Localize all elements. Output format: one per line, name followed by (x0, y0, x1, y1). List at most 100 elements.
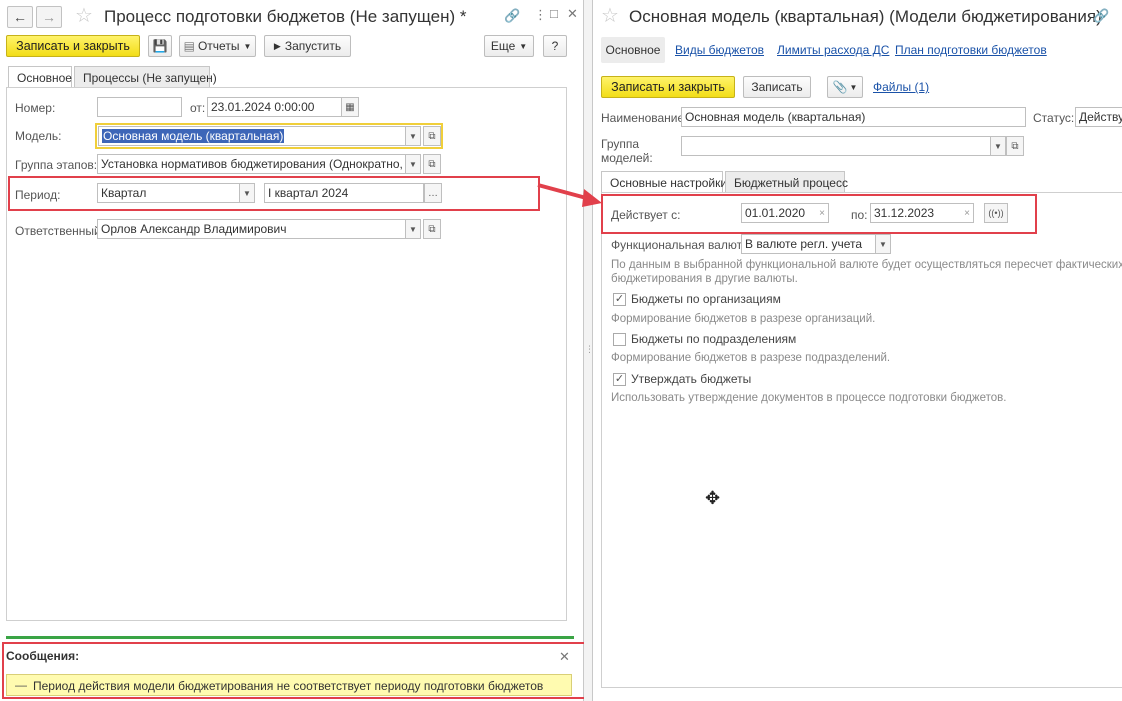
depts-checkbox-label[interactable]: Бюджеты по подразделениям (631, 332, 796, 346)
tab-main[interactable]: Основное (8, 66, 72, 88)
back-button[interactable]: ← (7, 6, 33, 28)
nav-tab-budget-plan[interactable]: План подготовки бюджетов (895, 43, 1047, 57)
messages-header: Сообщения: (6, 649, 80, 663)
stage-group-open-button[interactable]: ⧉ (423, 154, 441, 174)
period-type-dropdown-button[interactable]: ▼ (240, 183, 255, 203)
open-link-icon: ⧉ (428, 130, 436, 142)
approve-checkbox-label[interactable]: Утверждать бюджеты (631, 372, 751, 386)
reports-button[interactable]: ▤ Отчеты ▼ (179, 35, 256, 57)
model-save-button[interactable]: Записать (743, 76, 811, 98)
group-open-button[interactable]: ⧉ (1006, 136, 1024, 156)
orgs-checkbox[interactable]: ✓ (613, 293, 626, 306)
model-value: Основная модель (квартальная) (102, 129, 285, 143)
responsible-dropdown-button[interactable]: ▼ (406, 219, 421, 239)
close-icon[interactable]: ✕ (567, 6, 578, 22)
number-label: Номер: (15, 101, 56, 115)
chevron-down-icon: ▼ (879, 239, 887, 249)
chevron-down-icon: ▼ (243, 41, 252, 51)
tab-budget-process[interactable]: Бюджетный процесс (725, 171, 848, 193)
more-button[interactable]: Еще ▼ (484, 35, 534, 57)
stage-group-dropdown-button[interactable]: ▼ (406, 154, 421, 174)
open-link-icon: ⧉ (428, 223, 436, 235)
depts-checkbox[interactable] (613, 333, 626, 346)
number-input[interactable] (97, 97, 182, 117)
valid-from-value: 01.01.2020 (745, 206, 806, 220)
run-button[interactable]: ▶ Запустить (264, 35, 351, 57)
page-title: Процесс подготовки бюджетов (Не запущен)… (104, 7, 467, 26)
windows-splitter[interactable]: ⋮ (584, 0, 594, 701)
model-open-button[interactable]: ⧉ (423, 126, 441, 146)
period-label: Период: (15, 188, 61, 202)
save-disk-button[interactable]: 💾 (148, 35, 172, 57)
save-and-close-button[interactable]: Записать и закрыть (6, 35, 140, 57)
messages-splitter[interactable] (6, 636, 574, 639)
calendar-button[interactable]: ▦ (341, 97, 359, 117)
link-icon[interactable]: 🔗 (504, 8, 520, 24)
model-label: Модель: (15, 129, 62, 143)
message-item[interactable]: — Период действия модели бюджетирования … (6, 674, 572, 696)
valid-to-label: по: (851, 208, 868, 222)
group-input[interactable] (681, 136, 991, 156)
maximize-icon[interactable]: □ (550, 6, 558, 21)
period-value-input[interactable]: I квартал 2024 (264, 183, 424, 203)
ellipsis-icon: … (428, 187, 438, 199)
floppy-disk-icon: 💾 (152, 39, 168, 53)
valid-to-input[interactable]: 31.12.2023 × (870, 203, 974, 223)
depts-hint: Формирование бюджетов в разрезе подразде… (611, 352, 891, 364)
name-input[interactable]: Основная модель (квартальная) (681, 107, 1026, 127)
chevron-down-icon: ▼ (519, 41, 528, 51)
clear-icon[interactable]: × (819, 208, 825, 219)
currency-label: Функциональная валюта: (611, 238, 752, 252)
messages-close-icon[interactable]: ✕ (559, 649, 570, 665)
date-input[interactable]: 23.01.2024 0:00:00 (207, 97, 342, 117)
approve-checkbox[interactable]: ✓ (613, 373, 626, 386)
orgs-checkbox-label[interactable]: Бюджеты по организациям (631, 292, 781, 306)
date-from-label: от: (190, 101, 206, 115)
tab-main-settings[interactable]: Основные настройки (601, 171, 727, 193)
orgs-hint: Формирование бюджетов в разрезе организа… (611, 313, 876, 325)
group-label-line2: моделей: (601, 151, 653, 165)
favorite-star-icon[interactable]: ☆ (601, 3, 619, 28)
calendar-icon: ▦ (345, 101, 355, 113)
attach-button[interactable]: 📎 ▼ (827, 76, 863, 98)
dash-icon: — (15, 678, 27, 692)
right-window: ☆ Основная модель (квартальная) (Модели … (592, 0, 1122, 701)
clear-icon[interactable]: × (964, 208, 970, 219)
link-icon[interactable]: 🔗 (1093, 8, 1109, 24)
arrow-left-icon: ← (13, 9, 27, 25)
files-link[interactable]: Файлы (1) (873, 80, 929, 94)
red-arrow-icon (537, 183, 602, 207)
currency-input[interactable]: В валюте регл. учета (741, 234, 876, 254)
tab-processes[interactable]: Процессы (Не запущен) (74, 66, 217, 88)
period-type-input[interactable]: Квартал (97, 183, 240, 203)
forward-button[interactable]: → (36, 6, 62, 28)
stage-group-input[interactable]: Установка нормативов бюджетирования (Одн… (97, 154, 406, 174)
nav-tab-main[interactable]: Основное (601, 37, 665, 63)
reports-label: Отчеты (197, 39, 240, 53)
period-select-button[interactable]: ((•)) (984, 203, 1008, 223)
period-select-button[interactable]: … (424, 183, 442, 203)
responsible-open-button[interactable]: ⧉ (423, 219, 441, 239)
model-dropdown-button[interactable]: ▼ (406, 126, 421, 146)
nav-tab-cash-limits[interactable]: Лимиты расхода ДС (777, 43, 889, 57)
help-button[interactable]: ? (543, 35, 567, 57)
responsible-label: Ответственный: (15, 224, 105, 238)
nav-tab-budget-types[interactable]: Виды бюджетов (675, 43, 764, 57)
status-label: Статус: (1033, 111, 1075, 125)
period-picker-icon: ((•)) (988, 208, 1004, 218)
status-input[interactable]: Действует (1075, 107, 1122, 127)
responsible-input[interactable]: Орлов Александр Владимирович (97, 219, 406, 239)
currency-dropdown-button[interactable]: ▼ (876, 234, 891, 254)
report-icon: ▤ (183, 39, 195, 53)
group-dropdown-button[interactable]: ▼ (991, 136, 1006, 156)
valid-from-input[interactable]: 01.01.2020 × (741, 203, 829, 223)
valid-to-value: 31.12.2023 (874, 206, 935, 220)
chevron-down-icon: ▼ (409, 131, 417, 141)
currency-hint-line1: По данным в выбранной функциональной вал… (611, 259, 1122, 271)
chevron-down-icon: ▼ (409, 224, 417, 234)
model-save-and-close-button[interactable]: Записать и закрыть (601, 76, 735, 98)
chevron-down-icon: ▼ (243, 188, 251, 198)
model-input[interactable]: Основная модель (квартальная) (98, 126, 406, 146)
favorite-star-icon[interactable]: ☆ (75, 3, 93, 28)
more-vertical-icon[interactable]: ⋮ (534, 7, 547, 23)
